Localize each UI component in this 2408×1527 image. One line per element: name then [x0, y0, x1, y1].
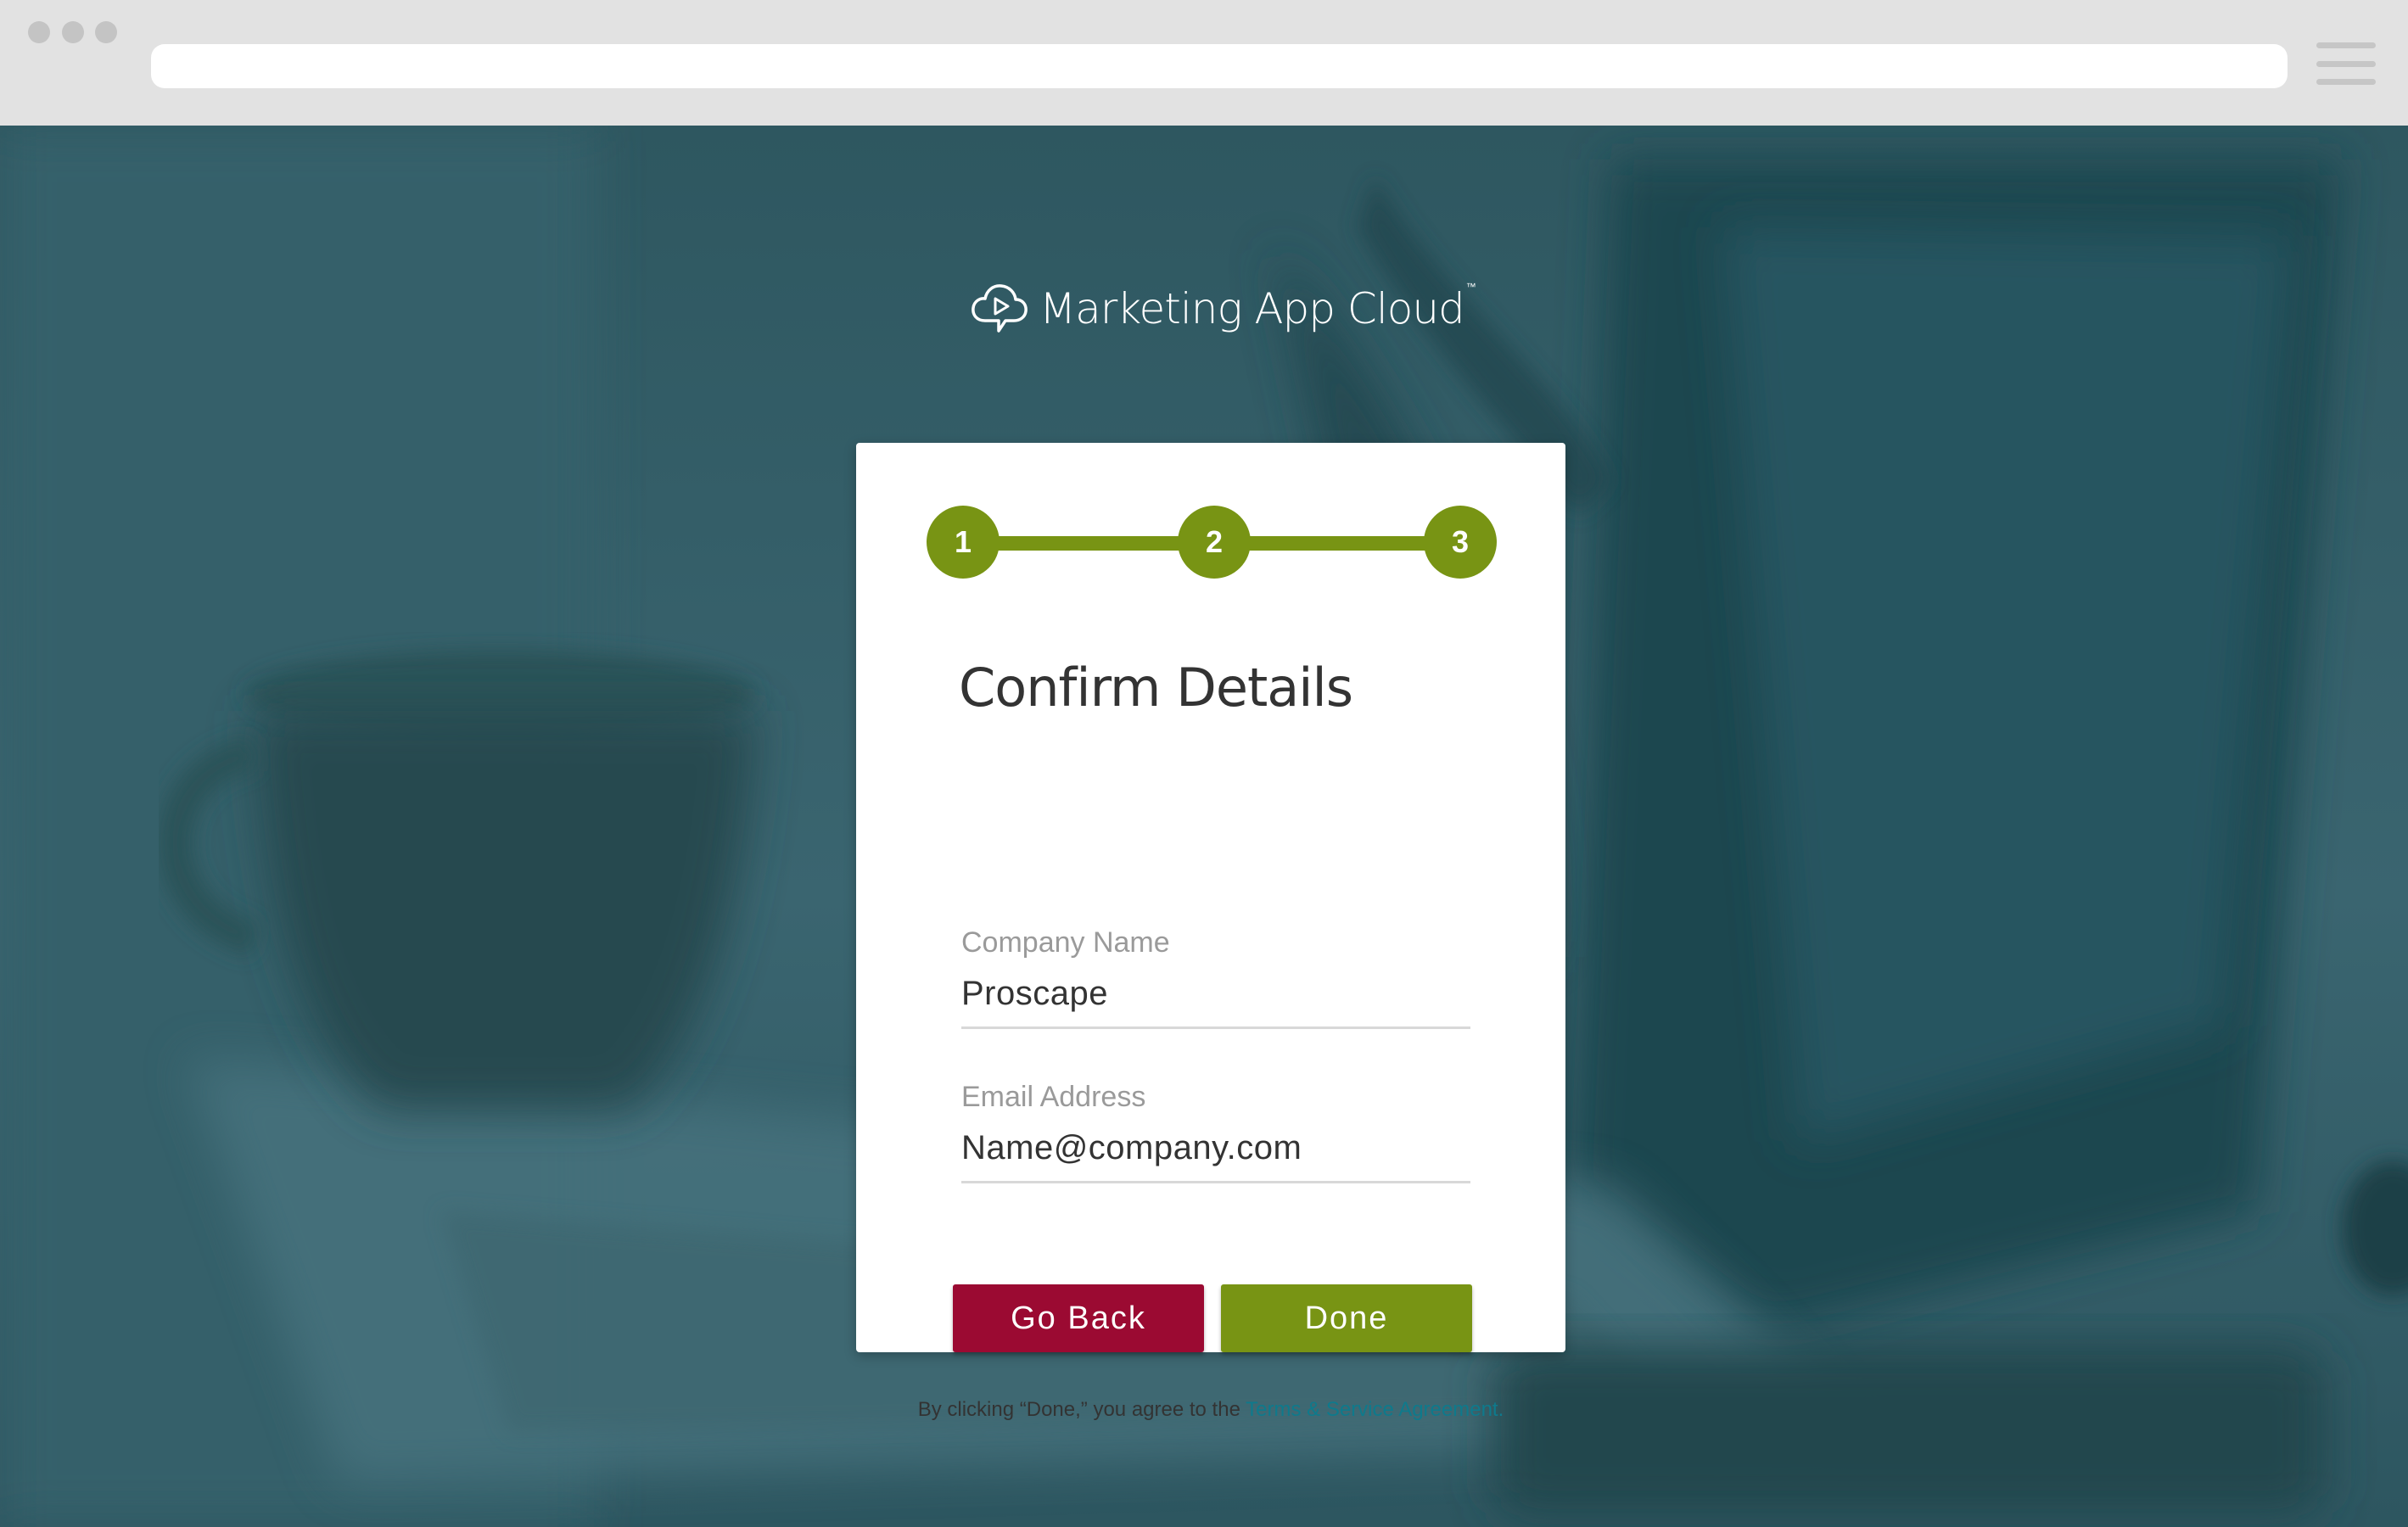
company-name-label: Company Name: [961, 926, 1170, 959]
browser-chrome: [0, 0, 2408, 126]
terms-link[interactable]: Terms & Service Agreement.: [1246, 1398, 1504, 1421]
stepper-connector: [1224, 536, 1436, 551]
window-minimize-dot[interactable]: [62, 21, 84, 43]
terms-notice: By clicking “Done,” you agree to the Ter…: [856, 1398, 1565, 1422]
app-logo: Marketing App Cloud ™: [970, 275, 1476, 343]
go-back-button[interactable]: Go Back: [953, 1284, 1204, 1352]
hamburger-menu-icon[interactable]: [2316, 41, 2376, 88]
company-name-field: Company Name: [961, 926, 1470, 1029]
window-close-dot[interactable]: [28, 21, 50, 43]
company-name-input[interactable]: [961, 975, 1470, 1029]
email-address-label: Email Address: [961, 1081, 1146, 1113]
stepper-connector: [977, 536, 1190, 551]
logo-text: Marketing App Cloud ™: [1039, 281, 1476, 333]
cloud-play-icon: [972, 284, 1028, 333]
page-viewport: Marketing App Cloud ™ 1 2 3 Confirm Detai…: [0, 126, 2408, 1527]
done-button[interactable]: Done: [1221, 1284, 1472, 1352]
terms-prefix: By clicking “Done,” you agree to the: [917, 1398, 1240, 1421]
step-2: 2: [1178, 506, 1251, 579]
address-bar[interactable]: [151, 44, 2288, 88]
step-3: 3: [1424, 506, 1497, 579]
window-maximize-dot[interactable]: [95, 21, 117, 43]
page-title: Confirm Details: [959, 657, 1353, 719]
step-1: 1: [927, 506, 1000, 579]
confirm-details-card: 1 2 3 Confirm Details Company Name Email…: [856, 443, 1565, 1421]
email-address-input[interactable]: [961, 1129, 1470, 1183]
progress-stepper: 1 2 3: [927, 504, 1504, 580]
trademark-symbol: ™: [1465, 281, 1476, 293]
email-address-field: Email Address: [961, 1081, 1470, 1183]
